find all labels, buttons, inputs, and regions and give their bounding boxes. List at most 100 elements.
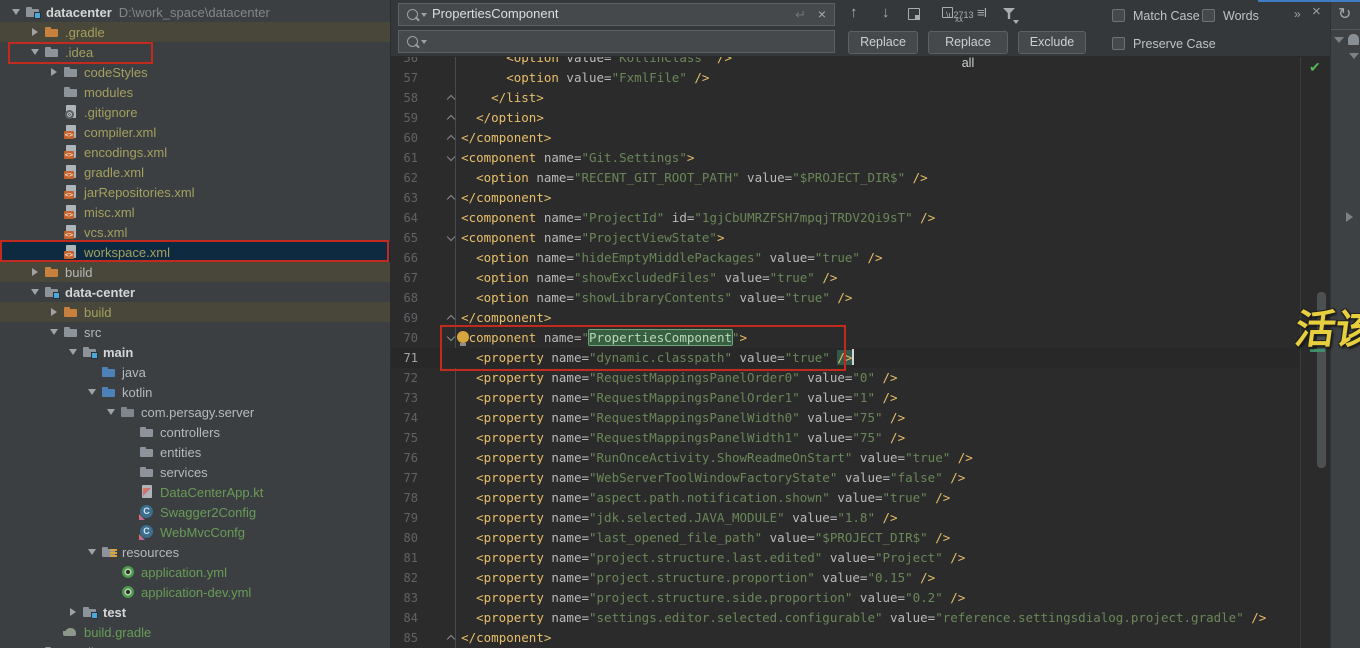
tree-expand-arrow[interactable] bbox=[83, 549, 101, 555]
code-line-71[interactable]: 71 <property name="dynamic.classpath" va… bbox=[391, 348, 1330, 368]
tree-expand-arrow[interactable] bbox=[26, 289, 44, 295]
tree-item--gradle[interactable]: .gradle bbox=[0, 22, 390, 42]
code-text[interactable]: <property name="RequestMappingsPanelOrde… bbox=[446, 388, 898, 408]
code-text[interactable]: <property name="project.structure.propor… bbox=[446, 568, 935, 588]
tree-item--idea[interactable]: .idea bbox=[0, 42, 390, 62]
code-line-80[interactable]: 80 <property name="last_opened_file_path… bbox=[391, 528, 1330, 548]
tree-item-webmvcconfg[interactable]: WebMvcConfg bbox=[0, 522, 390, 542]
code-text[interactable]: </option> bbox=[446, 108, 544, 128]
tree-item-application-dev-yml[interactable]: application-dev.yml bbox=[0, 582, 390, 602]
code-text[interactable]: <property name="dynamic.classpath" value… bbox=[446, 348, 854, 368]
clear-search-icon[interactable]: × bbox=[818, 5, 826, 23]
code-line-76[interactable]: 76 <property name="RunOnceActivity.ShowR… bbox=[391, 448, 1330, 468]
tree-item-data-center[interactable]: data-center bbox=[0, 282, 390, 302]
tree-expand-arrow[interactable] bbox=[26, 49, 44, 55]
code-text[interactable]: <option name="hideEmptyMiddlePackages" v… bbox=[446, 248, 883, 268]
tree-item-entities[interactable]: entities bbox=[0, 442, 390, 462]
tree-item-test[interactable]: test bbox=[0, 602, 390, 622]
code-text[interactable]: <option name="showLibraryContents" value… bbox=[446, 288, 852, 308]
more-options-icon[interactable]: » bbox=[1294, 5, 1301, 23]
code-line-65[interactable]: 65 <component name="ProjectViewState"> bbox=[391, 228, 1330, 248]
code-text[interactable]: <property name="last_opened_file_path" v… bbox=[446, 528, 950, 548]
tree-item-controllers[interactable]: controllers bbox=[0, 422, 390, 442]
filter-chevron-icon[interactable] bbox=[1013, 20, 1019, 24]
code-line-81[interactable]: 81 <property name="project.structure.las… bbox=[391, 548, 1330, 568]
code-text[interactable]: <property name="RequestMappingsPanelWidt… bbox=[446, 408, 905, 428]
exclude-button[interactable]: Exclude bbox=[1018, 31, 1086, 54]
replace-search-icon[interactable] bbox=[407, 36, 418, 47]
search-icon[interactable] bbox=[407, 9, 418, 20]
hide-widget-icon[interactable] bbox=[1348, 34, 1359, 45]
tree-item-build[interactable]: build bbox=[0, 302, 390, 322]
search-history-chevron-icon[interactable] bbox=[421, 13, 427, 17]
collapse-arrow-icon[interactable] bbox=[1349, 53, 1359, 59]
search-input[interactable]: PropertiesComponent ↵ × bbox=[398, 3, 835, 26]
project-tree-panel[interactable]: datacenterD:\work_space\datacenter.gradl… bbox=[0, 0, 390, 648]
code-line-85[interactable]: 85 </component> bbox=[391, 628, 1330, 648]
tree-item-datacenter[interactable]: datacenterD:\work_space\datacenter bbox=[0, 2, 390, 22]
code-line-62[interactable]: 62 <option name="RECENT_GIT_ROOT_PATH" v… bbox=[391, 168, 1330, 188]
code-line-75[interactable]: 75 <property name="RequestMappingsPanelW… bbox=[391, 428, 1330, 448]
tree-item-compiler-xml[interactable]: <>compiler.xml bbox=[0, 122, 390, 142]
code-line-59[interactable]: 59 </option> bbox=[391, 108, 1330, 128]
code-text[interactable]: </component> bbox=[446, 308, 551, 328]
code-text[interactable]: <property name="WebServerToolWindowFacto… bbox=[446, 468, 965, 488]
replace-history-chevron-icon[interactable] bbox=[421, 40, 427, 44]
tree-expand-arrow[interactable] bbox=[83, 389, 101, 395]
tree-expand-arrow[interactable] bbox=[26, 28, 44, 36]
tree-item-workspace-xml[interactable]: <>workspace.xml bbox=[0, 242, 390, 262]
code-line-61[interactable]: 61 <component name="Git.Settings"> bbox=[391, 148, 1330, 168]
tree-expand-arrow[interactable] bbox=[64, 349, 82, 355]
search-input-value[interactable]: PropertiesComponent bbox=[432, 6, 558, 21]
code-line-74[interactable]: 74 <property name="RequestMappingsPanelW… bbox=[391, 408, 1330, 428]
tree-item-swagger2config[interactable]: Swagger2Config bbox=[0, 502, 390, 522]
tree-item-main[interactable]: main bbox=[0, 342, 390, 362]
code-line-84[interactable]: 84 <property name="settings.editor.selec… bbox=[391, 608, 1330, 628]
tree-item-build-gradle[interactable]: build.gradle bbox=[0, 622, 390, 642]
code-text[interactable]: <property name="settings.editor.selected… bbox=[446, 608, 1266, 628]
editor-pane[interactable]: 56 <option value="KotlinClass" />57 <opt… bbox=[391, 0, 1330, 648]
code-text[interactable]: <property name="aspect.path.notification… bbox=[446, 488, 950, 508]
code-line-82[interactable]: 82 <property name="project.structure.pro… bbox=[391, 568, 1330, 588]
code-line-63[interactable]: 63 </component> bbox=[391, 188, 1330, 208]
code-text[interactable]: </component> bbox=[446, 188, 551, 208]
code-text[interactable]: <property name="project.structure.side.p… bbox=[446, 588, 965, 608]
tree-item-vcs-xml[interactable]: <>vcs.xml bbox=[0, 222, 390, 242]
newline-icon[interactable]: ↵ bbox=[795, 6, 806, 24]
code-line-73[interactable]: 73 <property name="RequestMappingsPanelO… bbox=[391, 388, 1330, 408]
code-line-58[interactable]: 58 </list> bbox=[391, 88, 1330, 108]
tree-item-java[interactable]: java bbox=[0, 362, 390, 382]
refresh-icon[interactable]: ↻ bbox=[1338, 4, 1351, 24]
code-line-77[interactable]: 77 <property name="WebServerToolWindowFa… bbox=[391, 468, 1330, 488]
tree-expand-arrow[interactable] bbox=[26, 268, 44, 276]
code-text[interactable]: <property name="RunOnceActivity.ShowRead… bbox=[446, 448, 973, 468]
prev-occurrence-icon[interactable]: ↑ bbox=[850, 4, 858, 22]
code-text[interactable]: </component> bbox=[446, 628, 551, 648]
intention-bulb-icon[interactable] bbox=[457, 331, 469, 343]
code-line-67[interactable]: 67 <option name="showExcludedFiles" valu… bbox=[391, 268, 1330, 288]
tree-item--gitignore[interactable]: ⊘.gitignore bbox=[0, 102, 390, 122]
search-match-marker[interactable] bbox=[1310, 349, 1325, 352]
code-text[interactable]: </list> bbox=[446, 88, 544, 108]
close-search-icon[interactable]: × bbox=[1312, 3, 1321, 21]
code-text[interactable]: <property name="RequestMappingsPanelWidt… bbox=[446, 428, 905, 448]
tree-expand-arrow[interactable] bbox=[7, 9, 25, 15]
code-text[interactable]: <option value="FxmlFile" /> bbox=[446, 68, 709, 88]
code-line-69[interactable]: 69 </component> bbox=[391, 308, 1330, 328]
panel-splitter[interactable] bbox=[390, 0, 391, 648]
tree-expand-arrow[interactable] bbox=[45, 329, 63, 335]
tree-item-resources[interactable]: resources bbox=[0, 542, 390, 562]
tree-item-misc-xml[interactable]: <>misc.xml bbox=[0, 202, 390, 222]
open-in-find-window-icon[interactable] bbox=[908, 8, 920, 20]
code-line-70[interactable]: 70 <component name="PropertiesComponent"… bbox=[391, 328, 1330, 348]
code-text[interactable]: </component> bbox=[446, 128, 551, 148]
tree-expand-arrow[interactable] bbox=[45, 308, 63, 316]
tree-item-jarrepositories-xml[interactable]: <>jarRepositories.xml bbox=[0, 182, 390, 202]
tree-item-gradle[interactable]: gradle bbox=[0, 642, 390, 648]
code-text[interactable]: <property name="RequestMappingsPanelOrde… bbox=[446, 368, 898, 388]
search-in-selection-icon[interactable]: ≡I bbox=[977, 4, 986, 22]
code-line-66[interactable]: 66 <option name="hideEmptyMiddlePackages… bbox=[391, 248, 1330, 268]
code-text[interactable]: <option name="showExcludedFiles" value="… bbox=[446, 268, 837, 288]
code-line-72[interactable]: 72 <property name="RequestMappingsPanelO… bbox=[391, 368, 1330, 388]
code-text[interactable]: <property name="project.structure.last.e… bbox=[446, 548, 965, 568]
